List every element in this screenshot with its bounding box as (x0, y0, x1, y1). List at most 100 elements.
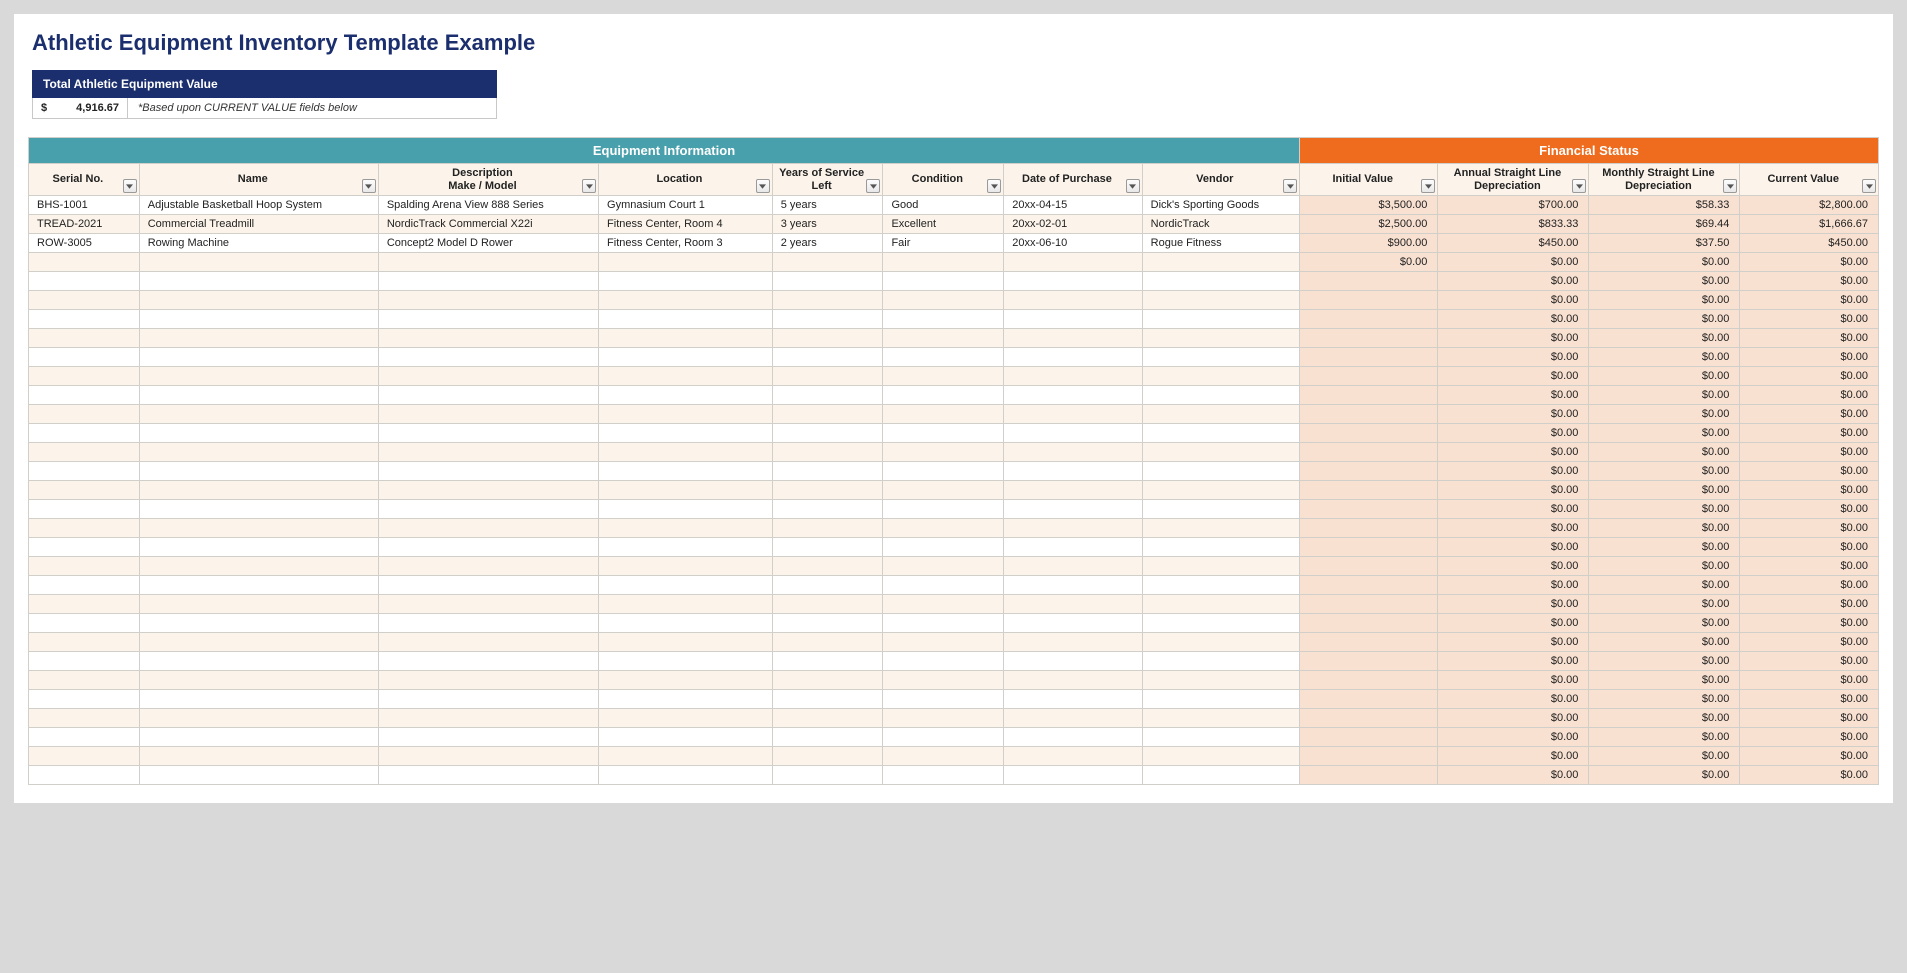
cell-ann[interactable]: $0.00 (1438, 538, 1589, 557)
cell-date[interactable] (1004, 405, 1142, 424)
cell-name[interactable] (139, 652, 378, 671)
cell-name[interactable] (139, 538, 378, 557)
cell-init[interactable] (1300, 671, 1438, 690)
cell-mon[interactable]: $0.00 (1589, 747, 1740, 766)
cell-loc[interactable] (599, 766, 773, 785)
cell-cur[interactable]: $0.00 (1740, 728, 1879, 747)
cell-years[interactable] (772, 367, 883, 386)
cell-name[interactable] (139, 272, 378, 291)
cell-mon[interactable]: $0.00 (1589, 538, 1740, 557)
cell-name[interactable]: Adjustable Basketball Hoop System (139, 196, 378, 215)
cell-date[interactable] (1004, 614, 1142, 633)
cell-mon[interactable]: $0.00 (1589, 557, 1740, 576)
cell-date[interactable] (1004, 538, 1142, 557)
cell-init[interactable] (1300, 519, 1438, 538)
table-row[interactable]: $0.00$0.00$0.00 (29, 500, 1879, 519)
cell-loc[interactable] (599, 329, 773, 348)
cell-cond[interactable] (883, 310, 1004, 329)
cell-loc[interactable] (599, 576, 773, 595)
cell-years[interactable] (772, 348, 883, 367)
cell-serial[interactable] (29, 386, 140, 405)
cell-date[interactable] (1004, 766, 1142, 785)
cell-name[interactable] (139, 367, 378, 386)
cell-cur[interactable]: $0.00 (1740, 709, 1879, 728)
cell-ann[interactable]: $0.00 (1438, 709, 1589, 728)
cell-name[interactable] (139, 766, 378, 785)
cell-serial[interactable] (29, 614, 140, 633)
cell-ann[interactable]: $0.00 (1438, 614, 1589, 633)
cell-ann[interactable]: $0.00 (1438, 253, 1589, 272)
cell-ann[interactable]: $0.00 (1438, 329, 1589, 348)
column-header-serial[interactable]: Serial No. (29, 164, 140, 196)
cell-serial[interactable] (29, 747, 140, 766)
cell-vendor[interactable] (1142, 519, 1299, 538)
cell-mon[interactable]: $0.00 (1589, 652, 1740, 671)
cell-init[interactable] (1300, 614, 1438, 633)
table-row[interactable]: $0.00$0.00$0.00 (29, 424, 1879, 443)
cell-vendor[interactable] (1142, 386, 1299, 405)
cell-serial[interactable] (29, 557, 140, 576)
cell-date[interactable] (1004, 462, 1142, 481)
cell-serial[interactable] (29, 633, 140, 652)
cell-cond[interactable] (883, 747, 1004, 766)
cell-desc[interactable] (378, 500, 598, 519)
cell-date[interactable] (1004, 709, 1142, 728)
cell-date[interactable]: 20xx-02-01 (1004, 215, 1142, 234)
cell-years[interactable] (772, 386, 883, 405)
cell-name[interactable]: Rowing Machine (139, 234, 378, 253)
cell-init[interactable] (1300, 310, 1438, 329)
cell-loc[interactable] (599, 633, 773, 652)
filter-dropdown-icon[interactable] (362, 179, 376, 193)
cell-init[interactable] (1300, 462, 1438, 481)
column-header-init[interactable]: Initial Value (1300, 164, 1438, 196)
cell-cond[interactable] (883, 272, 1004, 291)
cell-cond[interactable]: Excellent (883, 215, 1004, 234)
column-header-mon[interactable]: Monthly Straight Line Depreciation (1589, 164, 1740, 196)
cell-cur[interactable]: $0.00 (1740, 633, 1879, 652)
cell-years[interactable]: 5 years (772, 196, 883, 215)
filter-dropdown-icon[interactable] (987, 179, 1001, 193)
cell-cond[interactable] (883, 690, 1004, 709)
cell-date[interactable] (1004, 272, 1142, 291)
cell-ann[interactable]: $0.00 (1438, 462, 1589, 481)
cell-cond[interactable] (883, 329, 1004, 348)
cell-mon[interactable]: $0.00 (1589, 386, 1740, 405)
cell-date[interactable] (1004, 652, 1142, 671)
cell-years[interactable] (772, 405, 883, 424)
cell-mon[interactable]: $0.00 (1589, 576, 1740, 595)
cell-years[interactable] (772, 671, 883, 690)
cell-mon[interactable]: $0.00 (1589, 519, 1740, 538)
table-row[interactable]: $0.00$0.00$0.00 (29, 386, 1879, 405)
cell-serial[interactable] (29, 291, 140, 310)
cell-mon[interactable]: $0.00 (1589, 367, 1740, 386)
cell-mon[interactable]: $37.50 (1589, 234, 1740, 253)
cell-cur[interactable]: $0.00 (1740, 690, 1879, 709)
cell-years[interactable] (772, 747, 883, 766)
cell-ann[interactable]: $0.00 (1438, 500, 1589, 519)
cell-cond[interactable] (883, 633, 1004, 652)
cell-date[interactable] (1004, 481, 1142, 500)
cell-cond[interactable] (883, 405, 1004, 424)
cell-vendor[interactable] (1142, 576, 1299, 595)
cell-desc[interactable] (378, 310, 598, 329)
cell-vendor[interactable] (1142, 766, 1299, 785)
cell-loc[interactable] (599, 538, 773, 557)
cell-cur[interactable]: $0.00 (1740, 329, 1879, 348)
cell-date[interactable] (1004, 253, 1142, 272)
column-header-name[interactable]: Name (139, 164, 378, 196)
cell-serial[interactable] (29, 310, 140, 329)
cell-ann[interactable]: $0.00 (1438, 728, 1589, 747)
cell-serial[interactable] (29, 481, 140, 500)
cell-loc[interactable] (599, 386, 773, 405)
cell-cond[interactable] (883, 481, 1004, 500)
cell-ann[interactable]: $0.00 (1438, 481, 1589, 500)
cell-loc[interactable] (599, 709, 773, 728)
cell-vendor[interactable] (1142, 462, 1299, 481)
cell-cur[interactable]: $0.00 (1740, 253, 1879, 272)
cell-mon[interactable]: $0.00 (1589, 291, 1740, 310)
cell-init[interactable] (1300, 500, 1438, 519)
table-row[interactable]: $0.00$0.00$0.00 (29, 576, 1879, 595)
table-row[interactable]: $0.00$0.00$0.00 (29, 329, 1879, 348)
cell-loc[interactable] (599, 595, 773, 614)
cell-years[interactable] (772, 481, 883, 500)
